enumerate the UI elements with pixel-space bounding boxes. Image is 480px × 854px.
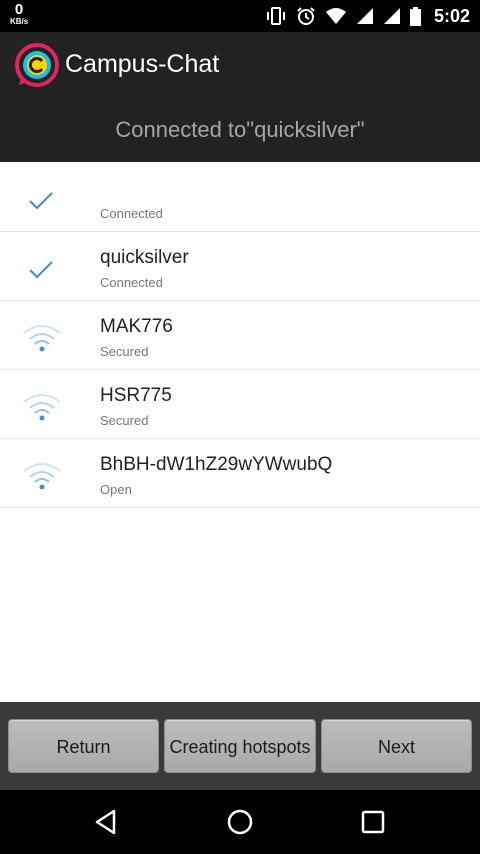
alarm-icon xyxy=(297,7,315,25)
wifi-list-item[interactable]: HSR775 Secured xyxy=(0,370,480,439)
wifi-state: Secured xyxy=(100,344,149,359)
connection-status-banner: Connected to"quicksilver" xyxy=(0,96,480,162)
app-bar: Campus-Chat xyxy=(0,32,480,96)
wifi-network-list: Connected quicksilver Connected MAK776 S… xyxy=(0,163,480,508)
create-hotspot-button[interactable]: Creating hotspots xyxy=(164,719,316,773)
wifi-state: Connected xyxy=(100,206,163,221)
wifi-state: Connected xyxy=(100,275,163,290)
data-rate-value: 0 xyxy=(14,1,24,18)
wifi-ssid: HSR775 xyxy=(100,385,172,406)
data-rate-unit: KB/s xyxy=(10,17,29,26)
wifi-ssid: BhBH-dW1hZ29wYWwubQ xyxy=(100,454,333,475)
clock: 5:02 xyxy=(433,5,470,26)
wifi-list-item[interactable]: quicksilver Connected xyxy=(0,232,480,301)
wifi-list-item[interactable]: MAK776 Secured xyxy=(0,301,480,370)
wifi-list-item[interactable]: Connected xyxy=(0,163,480,232)
action-bar: Return Creating hotspots Next xyxy=(0,702,480,790)
wifi-state: Open xyxy=(100,482,132,497)
campus-chat-logo-icon xyxy=(15,43,59,87)
wifi-icon xyxy=(23,394,61,421)
recent-apps-icon[interactable] xyxy=(357,806,389,838)
status-bar: 0 KB/s 5:02 xyxy=(0,0,480,32)
navigation-bar xyxy=(0,790,480,854)
battery-icon xyxy=(409,6,421,26)
wifi-ssid: quicksilver xyxy=(100,247,189,268)
wifi-icon xyxy=(325,8,346,24)
vibrate-icon xyxy=(266,7,285,25)
back-icon[interactable] xyxy=(90,806,122,838)
signal-icon xyxy=(356,8,373,24)
signal-icon xyxy=(383,8,400,24)
wifi-icon xyxy=(23,463,61,490)
data-rate: 0 KB/s xyxy=(10,2,28,26)
home-icon[interactable] xyxy=(224,806,256,838)
status-icons: 5:02 xyxy=(265,0,470,32)
app-title: Campus-Chat xyxy=(65,50,220,78)
wifi-list-item[interactable]: BhBH-dW1hZ29wYWwubQ Open xyxy=(0,439,480,508)
check-icon xyxy=(29,261,53,279)
wifi-icon xyxy=(23,325,61,352)
check-icon xyxy=(29,192,53,210)
return-button[interactable]: Return xyxy=(8,719,159,773)
wifi-ssid: MAK776 xyxy=(100,316,173,337)
next-button[interactable]: Next xyxy=(321,719,472,773)
wifi-state: Secured xyxy=(100,413,149,428)
